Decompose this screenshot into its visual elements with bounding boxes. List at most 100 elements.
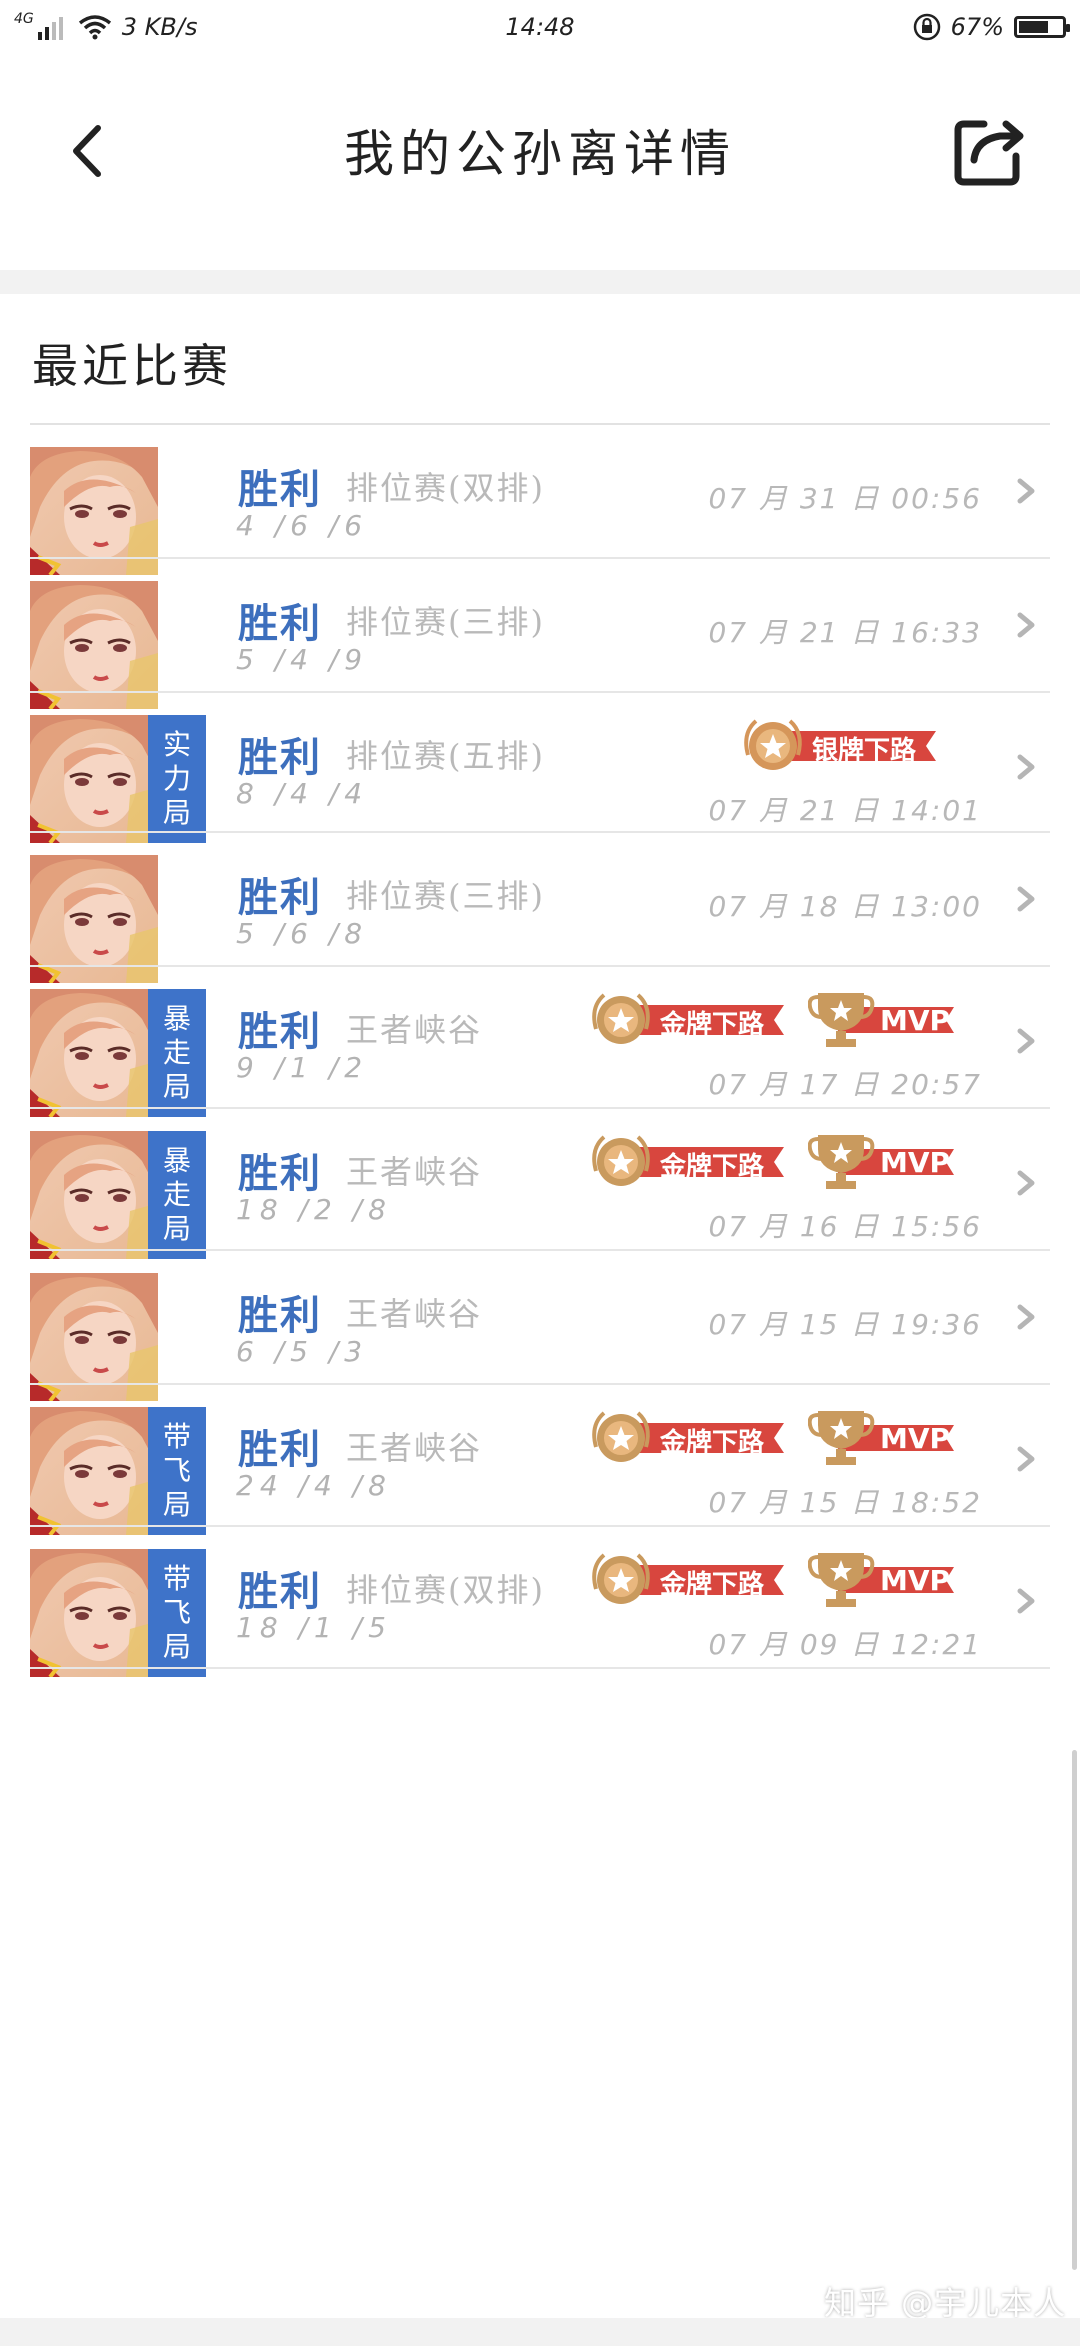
match-date: 07 月 21 日 16:33: [708, 616, 982, 649]
tag-char: 局: [162, 1070, 191, 1103]
match-result: 胜利: [238, 1426, 322, 1473]
medal-badge: 金牌下路: [588, 1547, 788, 1613]
chevron-right-icon[interactable]: [1012, 1583, 1040, 1619]
chevron-right-icon[interactable]: [1012, 749, 1040, 785]
chevron-right-icon[interactable]: [1012, 881, 1040, 917]
match-row[interactable]: 胜利 排位赛(双排) 4 /6 /6 07 月 31 日 00:56: [0, 425, 1080, 575]
match-row[interactable]: 胜利 王者峡谷 6 /5 /3 07 月 15 日 19:36: [0, 1251, 1080, 1401]
hero-avatar: [30, 715, 158, 843]
network-speed: 3 KB/s: [121, 13, 198, 41]
match-date: 07 月 15 日 19:36: [708, 1308, 982, 1341]
hero-portrait: [30, 989, 158, 1117]
match-row[interactable]: 暴走局 胜利 王者峡谷 9 /1 /2 07 月 17 日 20:57 金牌下路: [0, 967, 1080, 1117]
match-kda: 5 /4 /9: [236, 643, 369, 676]
mvp-badge: MVP: [807, 987, 958, 1053]
match-mode: 王者峡谷: [346, 1011, 483, 1049]
hero-portrait: [30, 855, 158, 983]
match-result: 胜利: [238, 734, 322, 781]
match-kda: 5 /6 /8: [236, 917, 369, 950]
tag-char: 局: [162, 796, 191, 829]
status-bar: 4G 3 KB/s 14:48 67%: [0, 0, 1080, 54]
match-row[interactable]: 胜利 排位赛(三排) 5 /6 /8 07 月 18 日 13:00: [0, 833, 1080, 983]
medal-label: 金牌下路: [660, 1570, 765, 1600]
hero-avatar: [30, 1273, 158, 1401]
match-kda: 18 /1 /5: [236, 1611, 392, 1644]
tag-char: 力: [162, 762, 191, 795]
match-date: 07 月 16 日 15:56: [708, 1210, 982, 1243]
hero-portrait: [30, 447, 158, 575]
mvp-label: MVP: [880, 1004, 951, 1037]
tag-char: 飞: [162, 1454, 191, 1487]
match-mode: 排位赛(五排): [346, 737, 545, 775]
tag-char: 局: [162, 1212, 191, 1245]
mvp-badge: MVP: [807, 1547, 958, 1613]
match-result: 胜利: [238, 1008, 322, 1055]
battery-icon: [1014, 16, 1070, 38]
match-mode: 排位赛(双排): [346, 469, 545, 507]
chevron-right-icon[interactable]: [1012, 473, 1040, 509]
hero-avatar: [30, 581, 158, 709]
match-result: 胜利: [238, 1292, 322, 1339]
tag-char: 实: [162, 728, 191, 761]
hero-portrait: [30, 1273, 158, 1401]
chevron-right-icon[interactable]: [1012, 1299, 1040, 1335]
match-mode: 王者峡谷: [346, 1153, 483, 1191]
match-result: 胜利: [238, 874, 322, 921]
status-left: 4G 3 KB/s: [14, 11, 198, 41]
tag-char: 带: [162, 1562, 191, 1595]
match-kda: 8 /4 /4: [236, 777, 369, 810]
medal-label: 银牌下路: [812, 736, 917, 766]
chevron-right-icon[interactable]: [1012, 1441, 1040, 1477]
match-date: 07 月 31 日 00:56: [708, 482, 982, 515]
medal-label: 金牌下路: [660, 1428, 765, 1458]
medal-badge: 金牌下路: [588, 1405, 788, 1471]
match-row[interactable]: 胜利 排位赛(三排) 5 /4 /9 07 月 21 日 16:33: [0, 559, 1080, 709]
match-mode: 排位赛(三排): [346, 603, 545, 641]
scrollbar[interactable]: [1072, 1750, 1077, 2270]
chevron-right-icon[interactable]: [1012, 607, 1040, 643]
match-row[interactable]: 实力局 胜利 排位赛(五排) 8 /4 /4 07 月 21 日 14:01 银…: [0, 693, 1080, 843]
hero-portrait: [30, 1407, 158, 1535]
hero-avatar: [30, 447, 158, 575]
wifi-icon: [78, 15, 111, 40]
hero-avatar: [30, 1407, 158, 1535]
network-type: 4G: [14, 11, 34, 27]
match-row[interactable]: 暴走局 胜利 王者峡谷 18 /2 /8 07 月 16 日 15:56 金牌下…: [0, 1109, 1080, 1259]
section-title: 最近比赛: [32, 339, 232, 393]
tag-char: 飞: [162, 1596, 191, 1629]
hero-portrait: [30, 581, 158, 709]
header-divider: [0, 270, 1080, 294]
match-mode: 排位赛(三排): [346, 877, 545, 915]
tag-char: 走: [162, 1178, 191, 1211]
match-tag: 带飞局: [148, 1549, 206, 1677]
match-kda: 9 /1 /2: [236, 1051, 369, 1084]
match-mode: 王者峡谷: [346, 1429, 483, 1467]
match-kda: 18 /2 /8: [236, 1193, 392, 1226]
match-kda: 24 /4 /8: [236, 1469, 392, 1502]
chevron-right-icon[interactable]: [1012, 1165, 1040, 1201]
hero-avatar: [30, 1549, 158, 1677]
chevron-right-icon[interactable]: [1012, 1023, 1040, 1059]
hero-avatar: [30, 855, 158, 983]
mvp-label: MVP: [880, 1422, 951, 1455]
match-date: 07 月 21 日 14:01: [708, 794, 982, 827]
match-row[interactable]: 带飞局 胜利 王者峡谷 24 /4 /8 07 月 15 日 18:52 金牌下…: [0, 1385, 1080, 1535]
match-date: 07 月 18 日 13:00: [708, 890, 982, 923]
lock-rotation-icon: [913, 13, 940, 41]
match-row[interactable]: 带飞局 胜利 排位赛(双排) 18 /1 /5 07 月 09 日 12:21 …: [0, 1527, 1080, 1677]
tag-char: 带: [162, 1420, 191, 1453]
match-tag: 暴走局: [148, 989, 206, 1117]
match-tag: 实力局: [148, 715, 206, 843]
medal-label: 金牌下路: [660, 1152, 765, 1182]
match-result: 胜利: [238, 1568, 322, 1615]
match-date: 07 月 17 日 20:57: [708, 1068, 982, 1101]
medal-badge: 金牌下路: [588, 987, 788, 1053]
app-header: 我的公孙离详情: [0, 54, 1080, 270]
tag-char: 局: [162, 1630, 191, 1663]
mvp-badge: MVP: [807, 1405, 958, 1471]
share-icon[interactable]: [950, 110, 1030, 190]
match-mode: 王者峡谷: [346, 1295, 483, 1333]
tag-char: 局: [162, 1488, 191, 1521]
mvp-label: MVP: [880, 1146, 951, 1179]
medal-badge: 金牌下路: [588, 1129, 788, 1195]
